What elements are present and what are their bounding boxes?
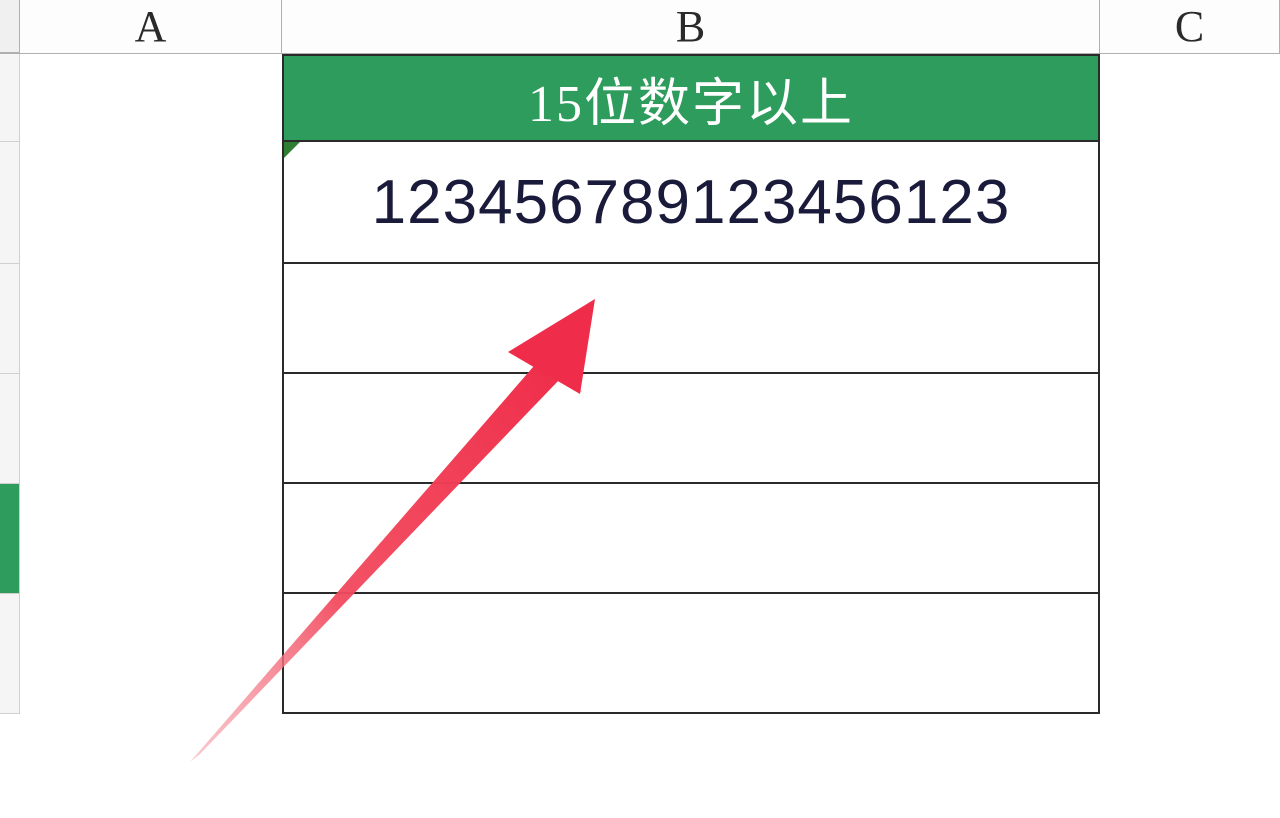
column-header-c[interactable]: C <box>1100 0 1280 53</box>
row-headers <box>0 54 20 714</box>
cell-b3[interactable] <box>282 264 1100 374</box>
cell-b4[interactable] <box>282 374 1100 484</box>
row-header-4[interactable] <box>0 374 19 484</box>
cells-area: 15位数字以上 123456789123456123 <box>20 54 1280 714</box>
column-headers-row: A B C <box>0 0 1280 54</box>
select-all-corner[interactable] <box>0 0 20 53</box>
cell-b1-header[interactable]: 15位数字以上 <box>282 54 1100 142</box>
header-cell-text: 15位数字以上 <box>528 61 854 136</box>
row-header-2[interactable] <box>0 142 19 264</box>
column-header-a[interactable]: A <box>20 0 282 53</box>
row-header-3[interactable] <box>0 264 19 374</box>
text-format-indicator-icon <box>284 142 300 158</box>
cell-b6[interactable] <box>282 594 1100 714</box>
data-cell-value: 123456789123456123 <box>372 167 1011 238</box>
row-header-5[interactable] <box>0 484 19 594</box>
column-header-b[interactable]: B <box>282 0 1100 53</box>
grid-body: 15位数字以上 123456789123456123 <box>0 54 1280 714</box>
row-header-6[interactable] <box>0 594 19 714</box>
cell-b5[interactable] <box>282 484 1100 594</box>
row-header-1[interactable] <box>0 54 19 142</box>
cell-b2-data[interactable]: 123456789123456123 <box>282 142 1100 264</box>
